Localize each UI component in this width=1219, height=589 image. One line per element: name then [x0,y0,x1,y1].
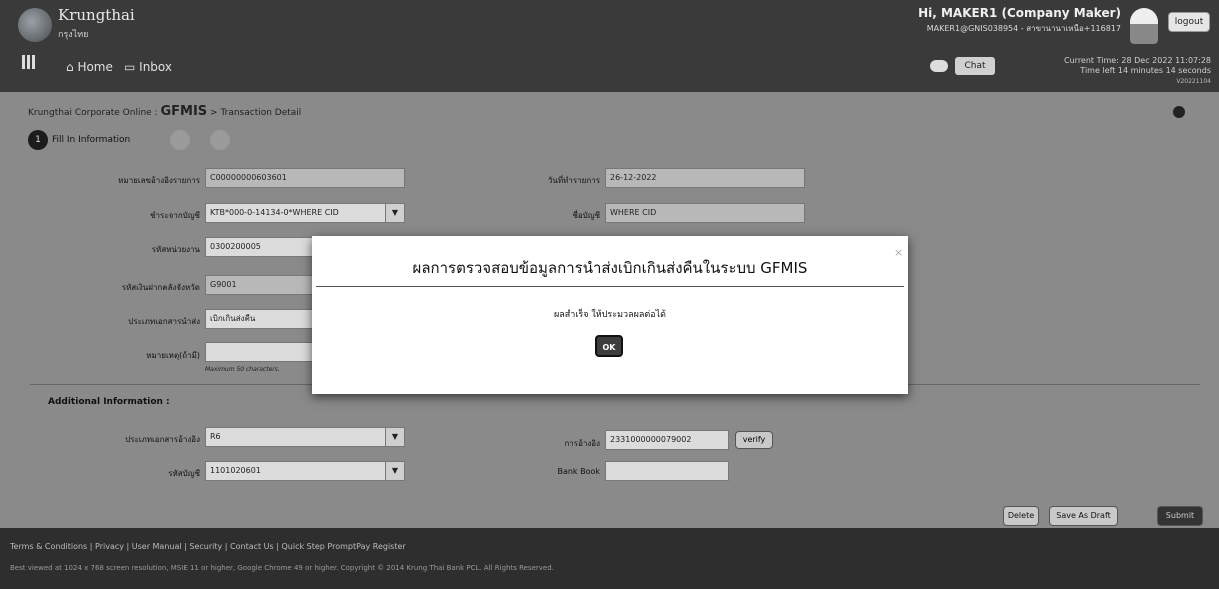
ref-no-input[interactable]: 2331000000079002 [605,430,729,450]
home-icon: ⌂ [66,60,78,74]
footer-copyright: Best viewed at 1024 x 768 screen resolut… [10,564,554,572]
krungthai-logo-icon [18,8,52,42]
breadcrumb: Krungthai Corporate Online : GFMIS > Tra… [28,104,302,119]
account-code-select[interactable]: 1101020601 ▼ [205,461,405,481]
fund-code-label: รหัสหน่วยงาน [151,245,200,254]
from-account-select[interactable]: KTB*000-0-14134-0*WHERE CID ▼ [205,203,405,223]
additional-info-title: Additional Information : [48,397,170,407]
nav-inbox[interactable]: ▭ Inbox [124,60,172,74]
doc-type-label: ประเภทเอกสารนำส่ง [128,317,200,326]
app-header: Krungthai กรุงไทย ⌂ Home ▭ Inbox Hi, MAK… [0,0,1219,92]
save-draft-button[interactable]: Save As Draft [1049,506,1118,526]
bank-book-input[interactable] [605,461,729,481]
account-name-label: ชื่อบัญชี [572,211,600,220]
step-2-indicator [170,130,190,150]
ref-field: C00000000603601 [205,168,405,188]
session-time-left: Time left 14 minutes 14 seconds [1080,66,1211,75]
bank-book-label: Bank Book [557,467,600,476]
info-icon[interactable] [1173,106,1185,118]
chevron-down-icon: ▼ [385,462,404,480]
dialog-title: ผลการตรวจสอบข้อมูลการนำส่งเบิกเกินส่งคืน… [412,259,808,277]
brand-subtitle: กรุงไทย [58,30,89,40]
step-1-indicator: 1 [28,130,48,150]
from-account-label: ชำระจากบัญชี [150,211,200,220]
ref-label: หมายเลขอ้างอิงรายการ [118,176,200,185]
user-greeting: Hi, MAKER1 (Company Maker) [918,6,1121,20]
ref-type-select[interactable]: R6 ▼ [205,427,405,447]
footer-links[interactable]: Terms & Conditions | Privacy | User Manu… [10,542,406,551]
footer: Terms & Conditions | Privacy | User Manu… [0,528,1219,589]
ref-no-label: การอ้างอิง [564,439,600,448]
chat-button[interactable]: Chat [955,57,995,75]
ok-button[interactable]: OK [595,335,623,357]
note-label: หมายเหตุ(ถ้ามี) [146,351,200,360]
avatar [1130,8,1158,44]
account-name-field: WHERE CID [605,203,805,223]
brand-name: Krungthai [58,6,135,24]
inbox-icon: ▭ [124,60,140,74]
user-detail: MAKER1@GNIS038954 - สาขานานาเหนือ+116817 [926,24,1121,33]
dialog-message: ผลสำเร็จ ให้ประมวลผลต่อได้ [554,310,666,320]
step-1-label: Fill In Information [52,135,131,145]
chevron-down-icon: ▼ [385,428,404,446]
chat-bubble-icon [930,60,948,72]
apps-grid-icon[interactable] [22,55,36,69]
current-time: Current Time: 28 Dec 2022 11:07:28 [1064,56,1211,65]
step-3-indicator [210,130,230,150]
submit-button[interactable]: Submit [1157,506,1203,526]
dialog-divider [316,286,904,287]
date-label: วันที่ทำรายการ [547,176,600,185]
result-dialog: ผลการตรวจสอบข้อมูลการนำส่งเบิกเกินส่งคืน… [312,236,908,394]
ref-type-label: ประเภทเอกสารอ้างอิง [125,435,200,444]
verify-button[interactable]: verify [735,431,773,449]
close-icon[interactable]: × [894,246,903,259]
nav-home[interactable]: ⌂ Home [66,60,113,74]
account-code-label: รหัสบัญชี [168,469,200,478]
delete-button[interactable]: Delete [1003,506,1039,526]
version-label: V20221104 [1176,78,1211,85]
chevron-down-icon: ▼ [385,204,404,222]
logout-button[interactable]: logout [1168,12,1210,32]
group-code-label: รหัสเงินฝากคลังจังหวัด [121,283,200,292]
date-field: 26-12-2022 [605,168,805,188]
note-hint: Maximum 50 characters. [205,366,280,373]
